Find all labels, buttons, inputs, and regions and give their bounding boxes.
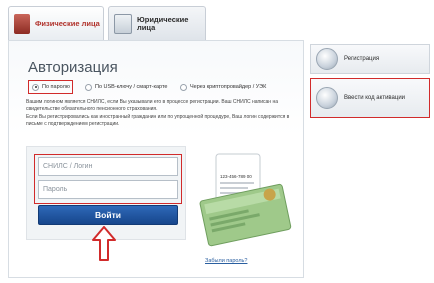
register-button[interactable]: Регистрация bbox=[310, 44, 430, 74]
tab-legal-entities[interactable]: Юридические лица bbox=[108, 6, 206, 40]
auth-method-usb-label: По USB-ключу / смарт-карте bbox=[95, 84, 168, 90]
tab-individuals[interactable]: Физические лица bbox=[8, 6, 104, 40]
auth-method-crypto-label: Через криптопровайдер / УЭК bbox=[190, 84, 267, 90]
activation-code-button[interactable]: Ввести код активации bbox=[310, 78, 430, 118]
tab-individuals-label: Физические лица bbox=[35, 18, 100, 28]
description-foreign: Если Вы регистрировались как иностранный… bbox=[26, 114, 290, 127]
activation-icon bbox=[316, 87, 338, 109]
password-input[interactable]: Пароль bbox=[38, 180, 178, 199]
auth-method-password-label: По паролю bbox=[42, 84, 70, 90]
auth-method-crypto[interactable]: Через криптопровайдер / УЭК bbox=[180, 80, 266, 94]
arrow-up-icon bbox=[92, 226, 116, 261]
radio-icon[interactable] bbox=[180, 83, 187, 91]
card-number: 123-456-789 00 bbox=[220, 174, 252, 179]
page-title: Авторизация bbox=[28, 59, 118, 76]
tab-legal-label: Юридические лица bbox=[137, 14, 189, 32]
activation-label: Ввести код активации bbox=[344, 94, 406, 101]
radio-selected-icon[interactable] bbox=[32, 83, 39, 91]
building-icon bbox=[114, 13, 132, 34]
forgot-password-link[interactable]: Забыли пароль? bbox=[205, 258, 247, 264]
gosuslugi-login-page: Физические лица Юридические лица Авториз… bbox=[0, 0, 434, 283]
snils-card-image: 123-456-789 00 bbox=[199, 153, 292, 247]
auth-method-password[interactable]: По паролю bbox=[28, 80, 73, 94]
register-icon bbox=[316, 48, 338, 70]
login-description: Вашим логином является СНИЛС, если Вы ук… bbox=[26, 99, 296, 129]
description-snils: Вашим логином является СНИЛС, если Вы ук… bbox=[26, 99, 279, 112]
radio-icon[interactable] bbox=[85, 83, 92, 91]
auth-method-usb[interactable]: По USB-ключу / смарт-карте bbox=[85, 80, 167, 94]
login-input[interactable]: СНИЛС / Логин bbox=[38, 157, 178, 176]
login-button[interactable]: Войти bbox=[38, 205, 178, 225]
register-label: Регистрация bbox=[344, 55, 380, 62]
passport-icon bbox=[14, 13, 30, 34]
